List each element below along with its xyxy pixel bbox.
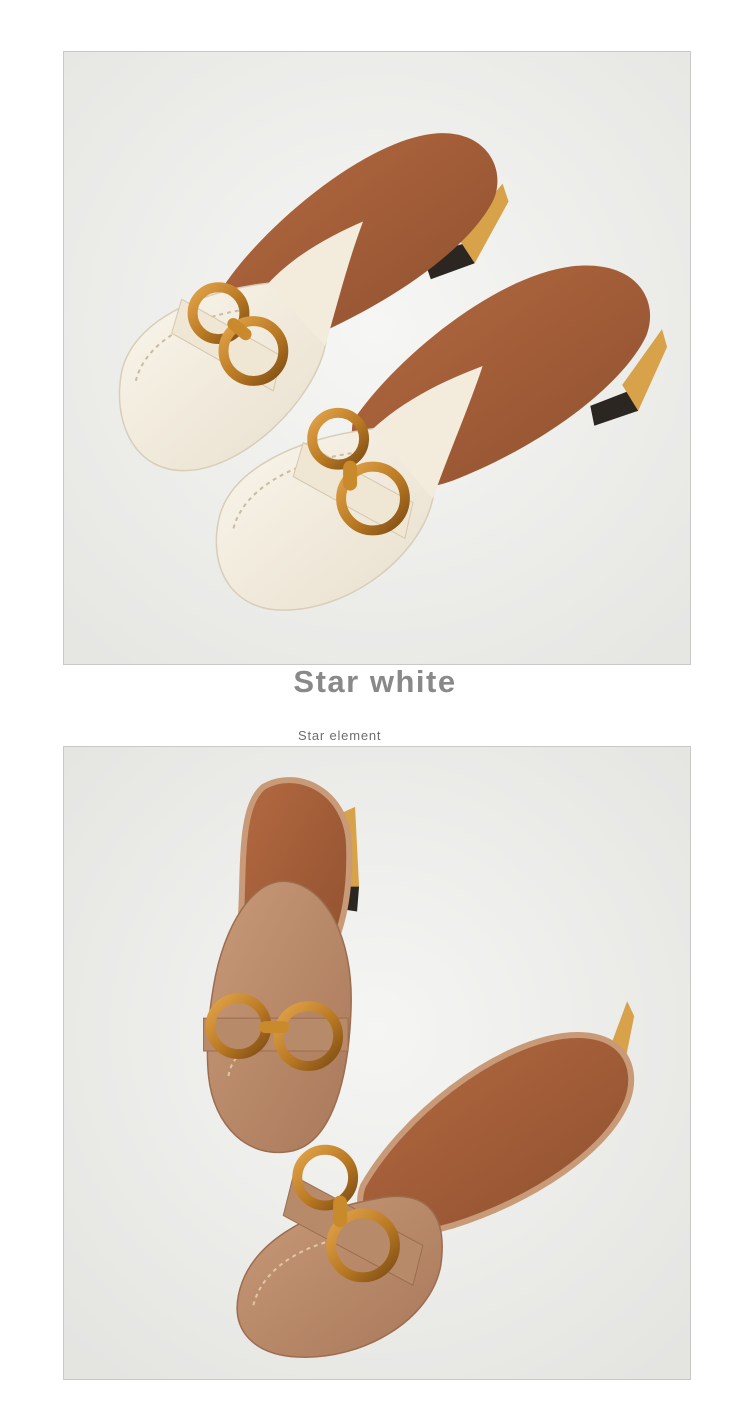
- white-mules-illustration: [64, 52, 690, 664]
- product-photo-white: [63, 51, 691, 665]
- product-photo-tan: [63, 746, 691, 1380]
- tan-mules-illustration: [64, 747, 690, 1379]
- color-name-title: Star white: [293, 664, 457, 699]
- caption-subtitle: Star element: [298, 728, 382, 743]
